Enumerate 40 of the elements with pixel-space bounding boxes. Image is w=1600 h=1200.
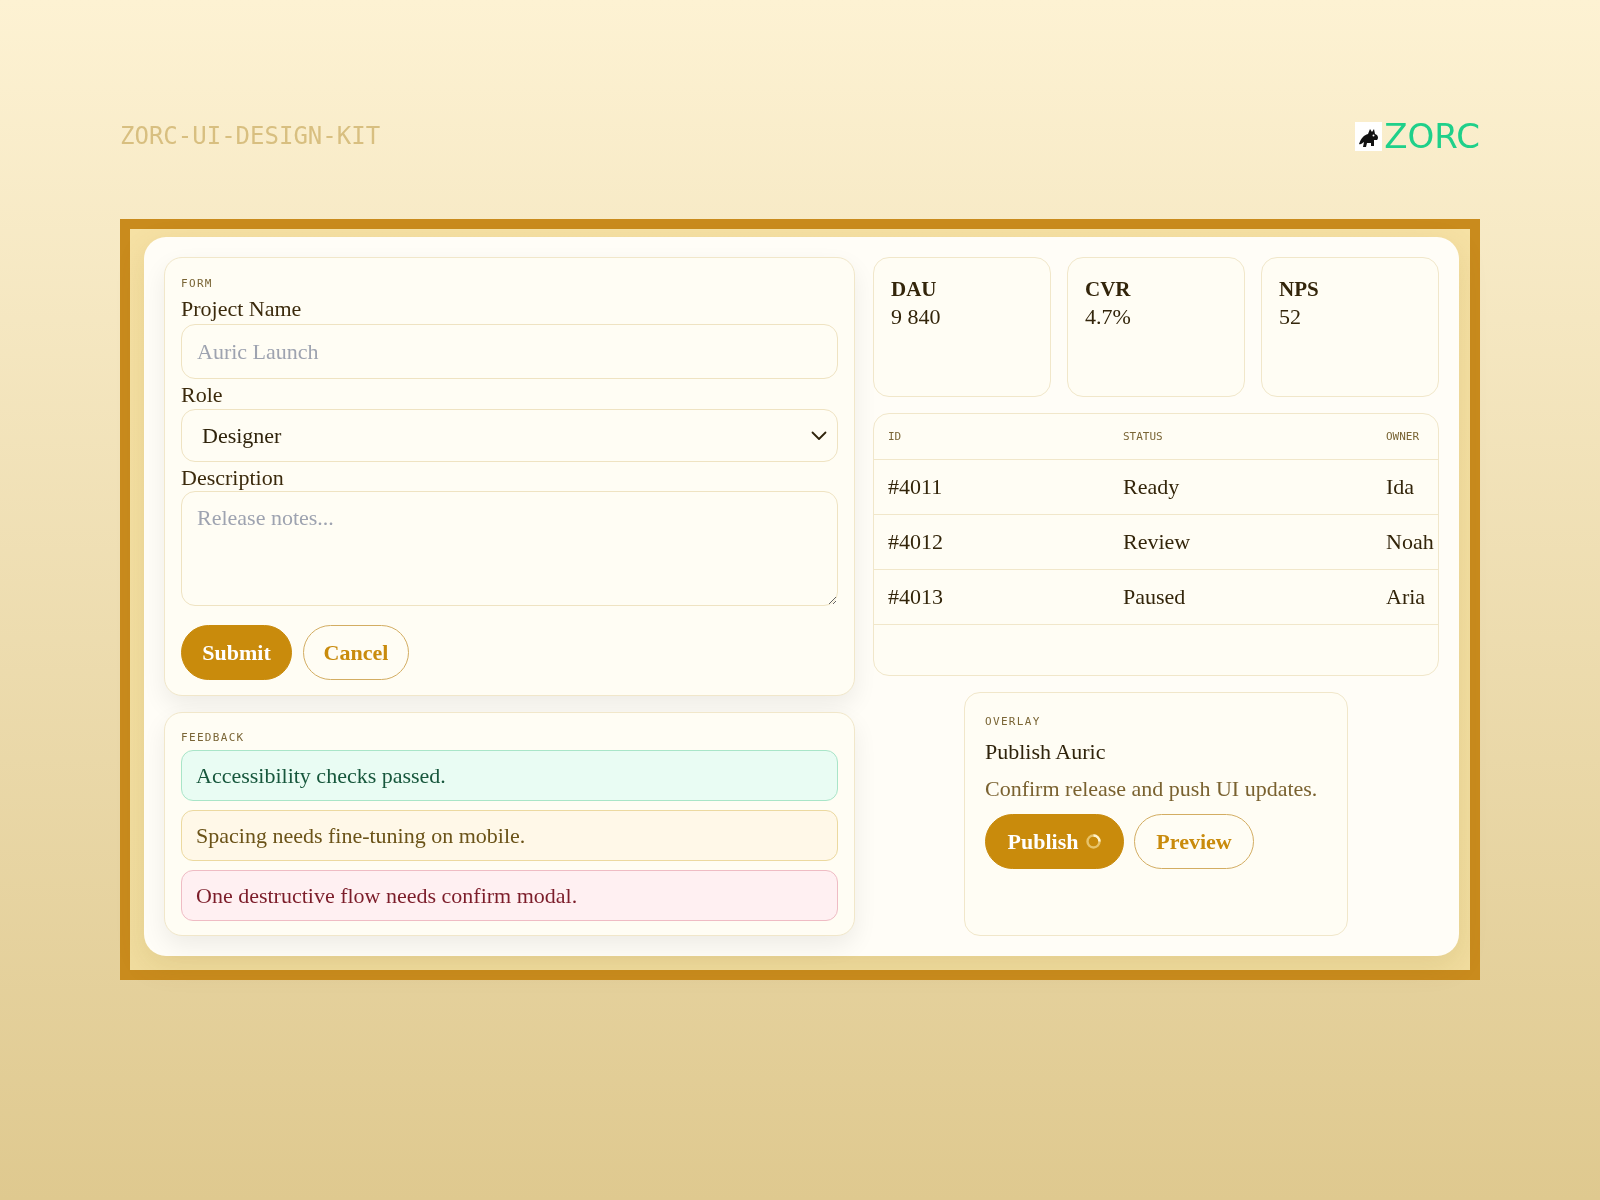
field-label: Role <box>181 382 223 407</box>
alert-success: Accessibility checks passed. <box>181 750 838 801</box>
section-label: FORM <box>181 277 213 291</box>
spinner-ring-icon <box>1086 834 1102 849</box>
chevron-down-icon <box>811 430 827 441</box>
primary-button[interactable]: Publish <box>985 814 1124 869</box>
section-label: FEEDBACK <box>181 731 245 745</box>
table-cell: #4013 <box>888 584 943 610</box>
stat-label: CVR <box>1085 276 1131 302</box>
table-cell: Review <box>1123 529 1191 555</box>
stat-label: DAU <box>891 276 937 302</box>
stat-label: NPS <box>1279 276 1319 302</box>
table-cell: #4012 <box>888 529 943 555</box>
alert-error: One destructive flow needs confirm modal. <box>181 870 838 921</box>
overlay-title: Publish Auric <box>985 739 1106 765</box>
logo-text: ZORC <box>1384 121 1480 151</box>
stat-value: 52 <box>1279 304 1301 330</box>
column-header: OWNER <box>1386 429 1420 444</box>
table-cell: #4011 <box>888 474 943 500</box>
page-title: ZORC-UI-DESIGN-KIT <box>120 121 381 151</box>
select-field[interactable]: Designer <box>181 409 838 462</box>
table-cell: Paused <box>1123 584 1186 610</box>
select-value: Designer <box>202 422 282 450</box>
input-field[interactable]: Auric Launch <box>181 324 838 379</box>
stat-value: 9 840 <box>891 304 941 330</box>
stat-value: 4.7% <box>1085 304 1131 330</box>
alert-warning: Spacing needs fine-tuning on mobile. <box>181 810 838 861</box>
table-cell: Ready <box>1123 474 1180 500</box>
table-cell: Noah <box>1386 529 1434 555</box>
overlay-message: Confirm release and push UI updates. <box>985 776 1318 802</box>
primary-button[interactable]: Submit <box>181 625 292 680</box>
field-label: Description <box>181 465 284 490</box>
field-label: Project Name <box>181 296 302 321</box>
logo-icon <box>1355 121 1383 151</box>
table-cell: Ida <box>1386 474 1415 500</box>
textarea-field[interactable]: Release notes... <box>181 491 838 606</box>
table-cell: Aria <box>1386 584 1426 610</box>
column-header: ID <box>888 429 902 444</box>
section-label: OVERLAY <box>985 715 1041 729</box>
column-header: STATUS <box>1123 429 1163 444</box>
